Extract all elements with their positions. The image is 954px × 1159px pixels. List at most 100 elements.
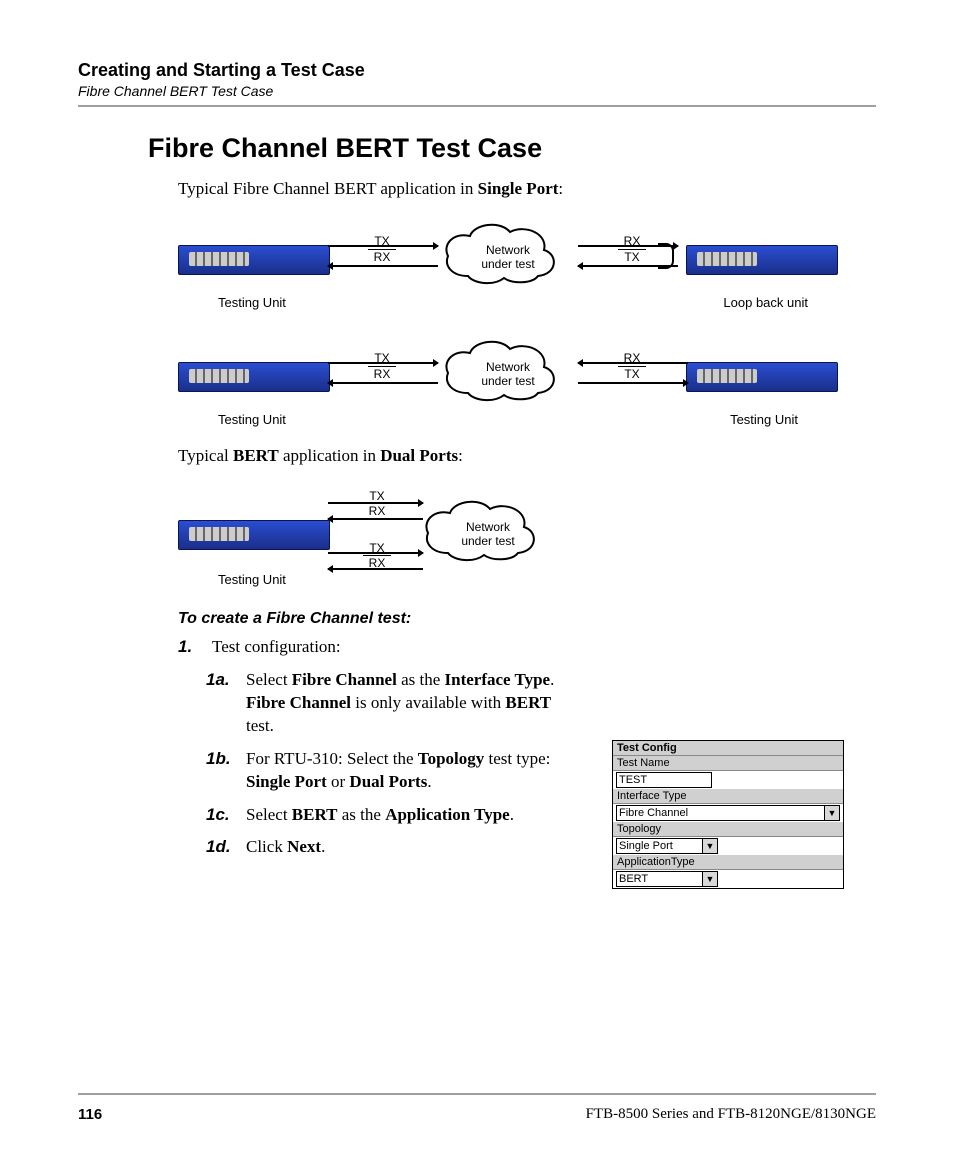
interface-type-select[interactable]: Fibre Channel ▼	[616, 805, 840, 821]
step-text: Click Next.	[246, 836, 566, 859]
b: Fibre Channel	[292, 670, 397, 689]
application-type-label: ApplicationType	[613, 855, 843, 870]
loopback-icon	[658, 243, 674, 269]
device-icon	[178, 520, 330, 550]
t: or	[327, 772, 350, 791]
wire-arrow-icon	[328, 568, 423, 570]
cloud-text-1: Network	[486, 360, 530, 374]
tx-label: TX	[624, 367, 639, 381]
cloud-icon: Networkunder test	[438, 221, 578, 295]
device-right-icon	[686, 245, 838, 275]
test-name-input[interactable]: TEST	[616, 772, 712, 788]
step-text: Select Fibre Channel as the Interface Ty…	[246, 669, 566, 738]
rx-label: RX	[374, 250, 391, 264]
text-bold: BERT	[233, 446, 279, 465]
topology-select[interactable]: Single Port ▼	[616, 838, 718, 854]
b: Topology	[418, 749, 484, 768]
b: Single Port	[246, 772, 327, 791]
caption-left: Testing Unit	[218, 412, 286, 427]
page-number: 116	[78, 1106, 102, 1123]
t: Select	[246, 670, 292, 689]
select-value: Fibre Channel	[617, 806, 824, 820]
chevron-down-icon[interactable]: ▼	[702, 839, 717, 853]
b: Interface Type	[445, 670, 551, 689]
diagram-single-port-loopback: Networkunder test TXRX RXTX Testing Unit…	[178, 213, 838, 318]
step-number: 1a.	[206, 669, 246, 738]
device-left-icon	[178, 362, 330, 392]
caption-right: Loop back unit	[723, 295, 808, 310]
t: .	[321, 837, 325, 856]
text: Typical Fibre Channel BERT application i…	[178, 179, 478, 198]
step-number: 1b.	[206, 748, 246, 794]
test-config-panel: Test Config Test Name TEST Interface Typ…	[612, 740, 844, 889]
t: is only available with	[351, 693, 505, 712]
footer-doc-title: FTB-8500 Series and FTB-8120NGE/8130NGE	[586, 1106, 876, 1123]
signal-labels-right: RXTX	[618, 235, 646, 263]
page-footer: 116 FTB-8500 Series and FTB-8120NGE/8130…	[78, 1106, 876, 1123]
running-header-chapter: Creating and Starting a Test Case	[78, 60, 876, 81]
footer-rule	[78, 1093, 876, 1095]
rx-label: RX	[374, 367, 391, 381]
step-text: Test configuration:	[212, 636, 341, 659]
b: Dual Ports	[349, 772, 427, 791]
t: .	[427, 772, 431, 791]
topology-label: Topology	[613, 822, 843, 837]
t: .	[550, 670, 554, 689]
wire-arrow-icon	[328, 382, 438, 384]
caption-right: Testing Unit	[730, 412, 798, 427]
step-text: For RTU-310: Select the Topology test ty…	[246, 748, 566, 794]
text-bold: Dual Ports	[380, 446, 458, 465]
panel-title: Test Config	[613, 741, 843, 756]
cloud-text-1: Network	[466, 520, 510, 534]
b: Application Type	[385, 805, 510, 824]
signal-labels-left: TXRX	[368, 235, 396, 263]
cloud-text-2: under test	[461, 534, 514, 548]
wire-arrow-icon	[328, 245, 438, 247]
text: Typical	[178, 446, 233, 465]
test-name-label: Test Name	[613, 756, 843, 771]
tx-label: TX	[624, 250, 639, 264]
application-type-select[interactable]: BERT ▼	[616, 871, 718, 887]
signal-labels-right: RXTX	[618, 352, 646, 380]
device-right-icon	[686, 362, 838, 392]
step-number: 1d.	[206, 836, 246, 859]
step-1: 1. Test configuration:	[178, 636, 876, 659]
wire-arrow-icon	[328, 265, 438, 267]
wire-arrow-icon	[578, 362, 688, 364]
chevron-down-icon[interactable]: ▼	[702, 872, 717, 886]
device-left-icon	[178, 245, 330, 275]
b: Fibre Channel	[246, 693, 351, 712]
running-header-section: Fibre Channel BERT Test Case	[78, 83, 876, 99]
text: :	[458, 446, 463, 465]
chevron-down-icon[interactable]: ▼	[824, 806, 839, 820]
step-number: 1c.	[206, 804, 246, 827]
page-title: Fibre Channel BERT Test Case	[148, 133, 876, 164]
tx-label: TX	[369, 489, 384, 503]
t: test type:	[484, 749, 550, 768]
text: application in	[279, 446, 381, 465]
wire-arrow-icon	[578, 382, 688, 384]
b: BERT	[505, 693, 551, 712]
t: .	[510, 805, 514, 824]
diagram-dual-ports: Networkunder test TXRX TXRX Testing Unit	[178, 480, 558, 590]
text: :	[558, 179, 563, 198]
cloud-icon: Networkunder test	[418, 498, 558, 572]
interface-type-label: Interface Type	[613, 789, 843, 804]
cloud-text-2: under test	[481, 374, 534, 388]
signal-labels-bottom: TXRX	[363, 542, 391, 570]
cloud-text-1: Network	[486, 243, 530, 257]
signal-labels-left: TXRX	[368, 352, 396, 380]
select-value: Single Port	[617, 839, 702, 853]
wire-arrow-icon	[328, 502, 423, 504]
step-number: 1.	[178, 636, 212, 659]
t: test.	[246, 716, 274, 735]
caption-left: Testing Unit	[218, 295, 286, 310]
b: Next	[287, 837, 321, 856]
t: For RTU-310: Select the	[246, 749, 418, 768]
intro-dual-ports: Typical BERT application in Dual Ports:	[178, 445, 876, 468]
wire-arrow-icon	[328, 552, 423, 554]
signal-labels-top: TXRX	[363, 490, 391, 518]
caption: Testing Unit	[218, 572, 286, 587]
step-1a: 1a. Select Fibre Channel as the Interfac…	[206, 669, 876, 738]
intro-single-port: Typical Fibre Channel BERT application i…	[178, 178, 876, 201]
